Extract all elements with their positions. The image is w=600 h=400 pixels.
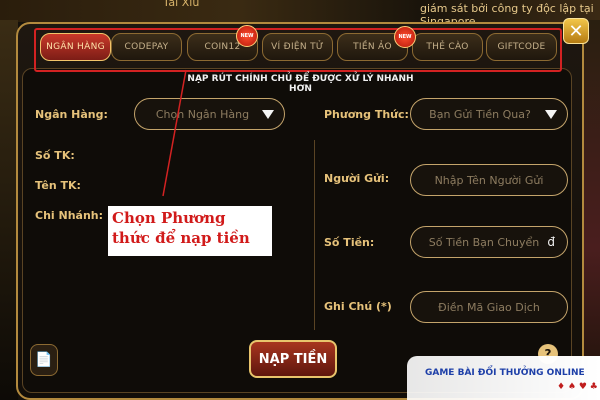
annotation-note: Chọn Phương thức để nạp tiền <box>108 206 272 256</box>
watermark-text: GAME BÀI ĐỔI THƯỞNG ONLINE <box>425 368 585 378</box>
watermark: GAME BÀI ĐỔI THƯỞNG ONLINE ♦ ♠ ♥ ♣ <box>407 356 600 400</box>
annotation-arrow-line <box>162 69 187 197</box>
deposit-submit-button[interactable]: NẠP TIỀN <box>249 340 337 378</box>
deposit-submit-label: NẠP TIỀN <box>258 351 328 367</box>
card-suits-icon: ♦ ♠ ♥ ♣ <box>557 382 598 392</box>
document-icon: 📄 <box>35 352 53 368</box>
history-button[interactable]: 📄 <box>30 344 58 376</box>
